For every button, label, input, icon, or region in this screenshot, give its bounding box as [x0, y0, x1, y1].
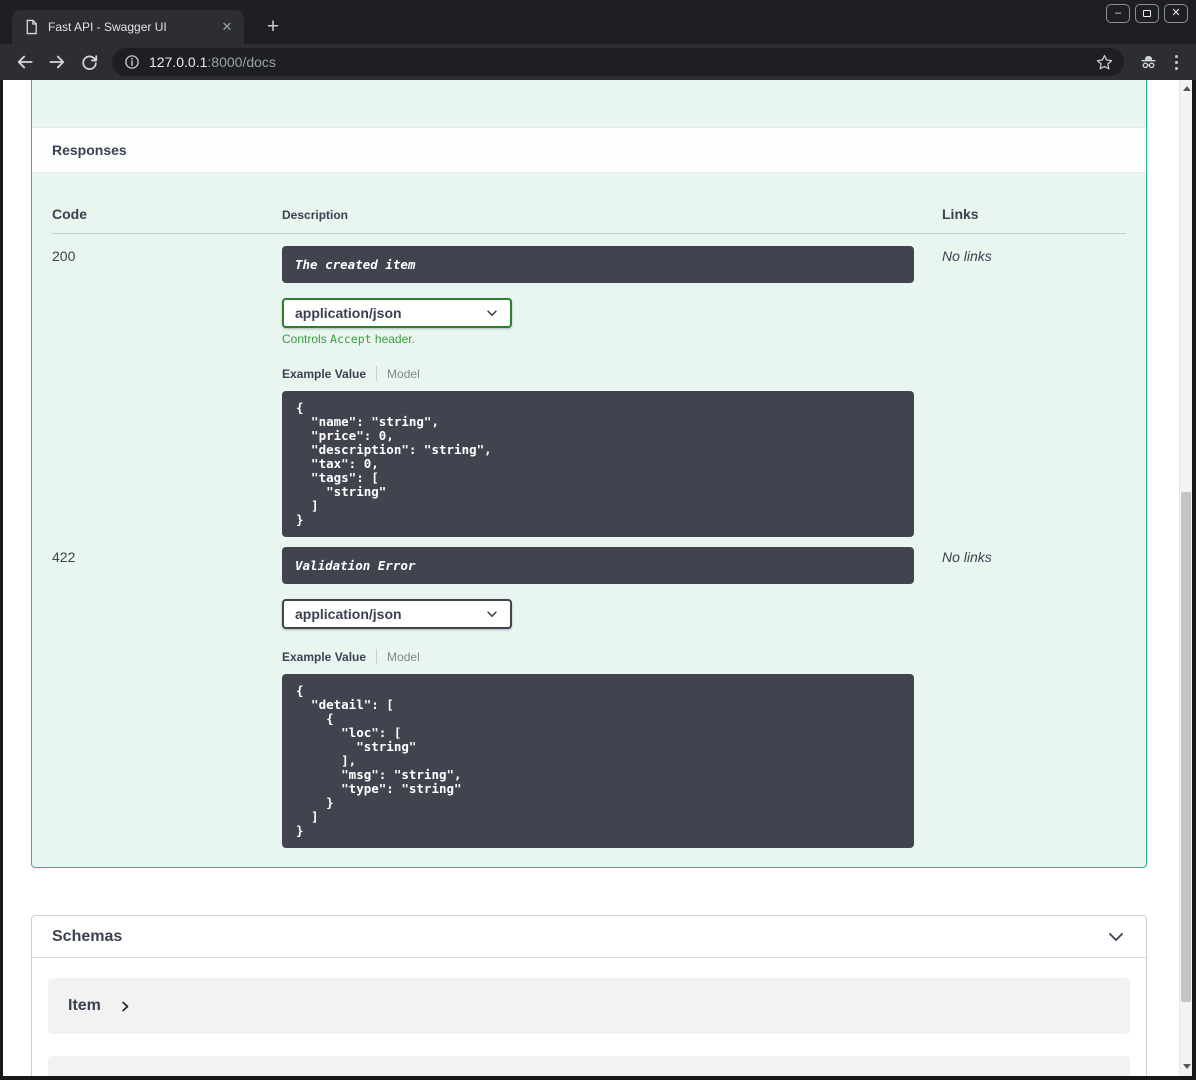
responses-table: Code Description Links 200 The created i… [52, 173, 1126, 867]
new-tab-button[interactable]: + [260, 14, 286, 40]
schemas-section: Schemas Item ValidationError [31, 915, 1147, 1076]
media-type-select[interactable]: application/json [282, 298, 512, 328]
note-suffix: header. [371, 332, 415, 346]
column-header-description: Description [282, 208, 349, 222]
back-arrow-icon [17, 55, 33, 69]
note-accept: Accept [330, 332, 372, 346]
toolbar-right [1138, 52, 1186, 72]
forward-arrow-icon [49, 55, 65, 69]
media-type-value: application/json [295, 606, 402, 622]
chevron-down-icon [487, 310, 497, 316]
window-controls: – ✕ [1106, 4, 1188, 23]
url-path: :8000/docs [207, 54, 276, 70]
url-text[interactable]: 127.0.0.1:8000/docs [149, 54, 276, 70]
example-model-tabs: Example Value Model [282, 366, 942, 381]
response-row-200: 200 The created item application/json Co… [52, 234, 1126, 537]
page-favicon-icon [24, 19, 39, 35]
model-name: Item [68, 997, 101, 1014]
site-info-icon[interactable] [124, 54, 140, 70]
response-code: 422 [52, 549, 76, 565]
media-type-value: application/json [295, 305, 402, 321]
back-button[interactable] [10, 47, 40, 77]
schemas-body: Item ValidationError [32, 958, 1146, 1076]
response-description-cell: The created item application/json Contro… [282, 246, 942, 537]
media-type-control: application/json [282, 599, 942, 629]
window-maximize-button[interactable] [1135, 4, 1159, 23]
response-links: No links [942, 549, 992, 565]
tab-title: Fast API - Swagger UI [48, 20, 167, 34]
response-row-422: 422 Validation Error application/json Ex… [52, 537, 1126, 867]
example-model-tabs: Example Value Model [282, 649, 942, 664]
reload-button[interactable] [74, 47, 104, 77]
page-viewport: Responses Code Description Links 200 The… [3, 80, 1192, 1076]
schema-model-item[interactable]: Item [48, 978, 1130, 1034]
forward-button[interactable] [42, 47, 72, 77]
bookmark-star-icon[interactable] [1095, 53, 1114, 72]
page-scrollbar[interactable] [1179, 80, 1192, 1076]
column-header-links: Links [942, 206, 979, 222]
scrollbar-down-arrow-icon[interactable] [1183, 1064, 1191, 1069]
example-json-422: { "detail": [ { "loc": [ "string" ], "ms… [282, 674, 914, 848]
column-header-code: Code [52, 206, 87, 222]
response-description: Validation Error [282, 547, 914, 584]
media-type-control: application/json Controls Accept header. [282, 298, 942, 346]
browser-toolbar: 127.0.0.1:8000/docs [0, 44, 1196, 80]
browser-tab[interactable]: Fast API - Swagger UI ✕ [12, 10, 244, 44]
scrollbar-thumb[interactable] [1181, 492, 1191, 1002]
window-minimize-button[interactable]: – [1106, 4, 1130, 23]
media-type-select[interactable]: application/json [282, 599, 512, 629]
accept-header-note: Controls Accept header. [282, 332, 942, 346]
schemas-collapse-chevron-icon[interactable] [1106, 927, 1126, 947]
note-prefix: Controls [282, 332, 331, 346]
chevron-right-icon [122, 1001, 129, 1011]
response-description-cell: Validation Error application/json Exampl… [282, 547, 942, 867]
model-name: ValidationError [68, 1075, 183, 1076]
tab-strip: Fast API - Swagger UI ✕ + – ✕ [0, 0, 1196, 44]
reload-icon [81, 54, 97, 70]
responses-title: Responses [52, 142, 127, 158]
tab-divider [376, 649, 378, 664]
response-links: No links [942, 248, 992, 264]
tab-example-value[interactable]: Example Value [282, 367, 366, 381]
responses-table-header: Code Description Links [52, 173, 1126, 234]
maximize-icon [1143, 10, 1151, 17]
tab-close-icon[interactable]: ✕ [218, 18, 236, 36]
address-bar[interactable]: 127.0.0.1:8000/docs [112, 48, 1124, 76]
schema-model-validationerror[interactable]: ValidationError [48, 1056, 1130, 1076]
opblock-spacer [32, 80, 1146, 127]
example-json-200: { "name": "string", "price": 0, "descrip… [282, 391, 914, 537]
responses-header: Responses [32, 127, 1146, 173]
browser-menu-icon[interactable] [1173, 53, 1180, 72]
response-description: The created item [282, 246, 914, 283]
schemas-title: Schemas [52, 927, 123, 945]
schemas-header[interactable]: Schemas [32, 916, 1146, 958]
tab-divider [376, 366, 378, 381]
swagger-content: Responses Code Description Links 200 The… [3, 80, 1192, 1076]
responses-section: Responses Code Description Links 200 The… [31, 80, 1147, 868]
tab-model[interactable]: Model [387, 650, 420, 664]
incognito-icon[interactable] [1138, 52, 1159, 72]
scrollbar-up-arrow-icon[interactable] [1183, 86, 1191, 91]
tab-model[interactable]: Model [387, 367, 420, 381]
url-host: 127.0.0.1 [149, 54, 208, 70]
chevron-down-icon [487, 611, 497, 617]
tab-example-value[interactable]: Example Value [282, 650, 366, 664]
response-code: 200 [52, 248, 76, 264]
window-close-button[interactable]: ✕ [1164, 4, 1188, 23]
